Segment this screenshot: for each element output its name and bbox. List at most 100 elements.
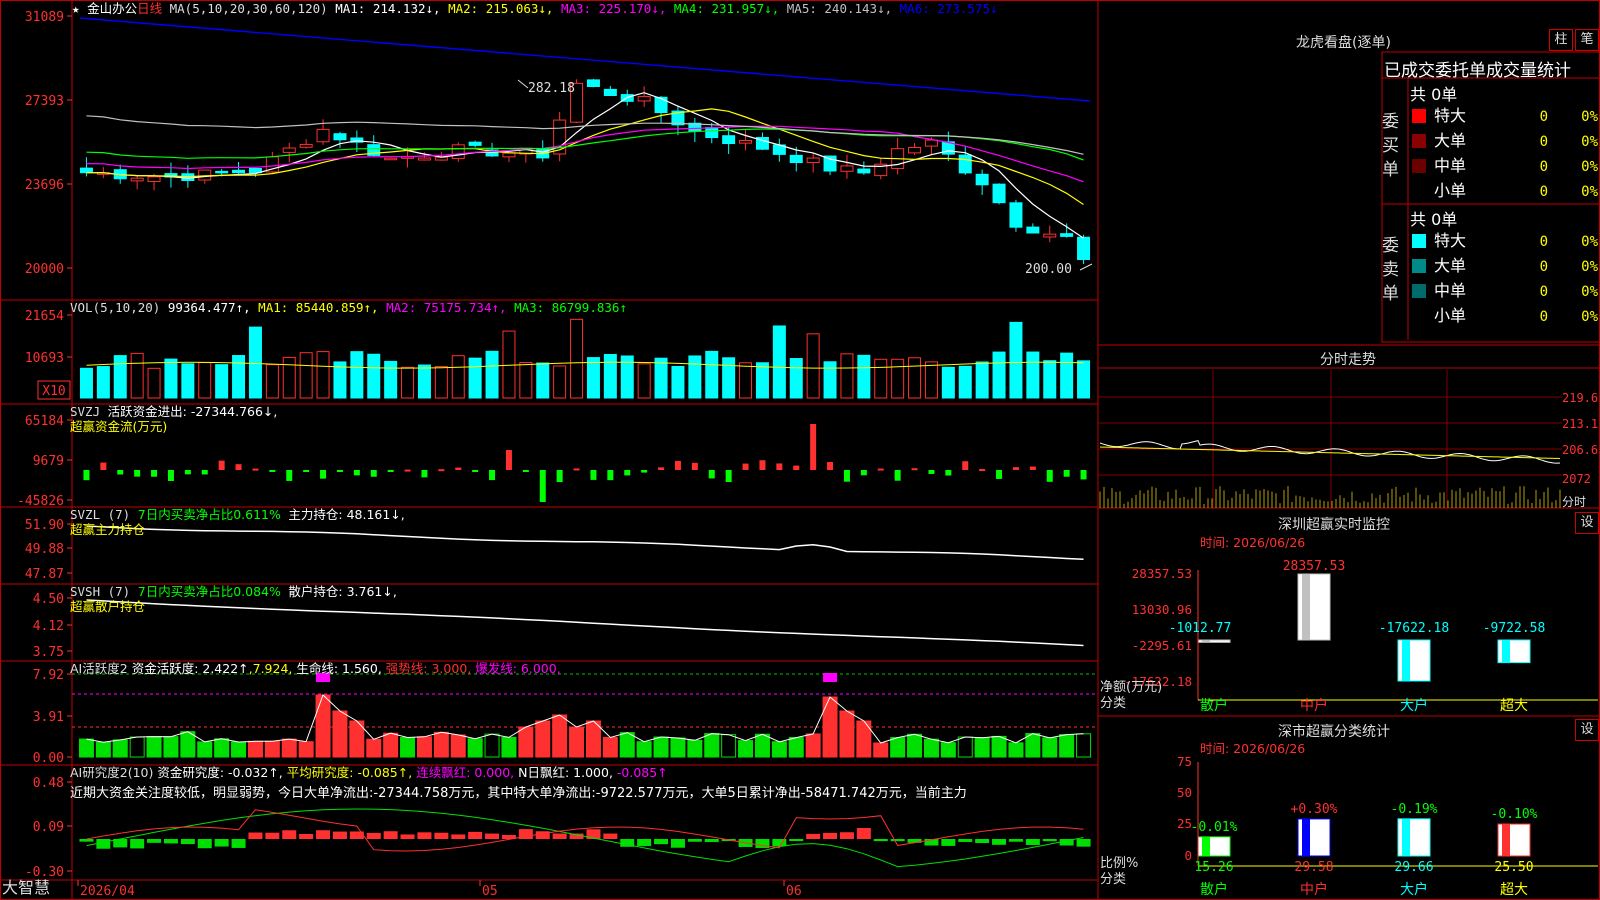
period-label[interactable]: 日线 bbox=[137, 1, 162, 16]
ai-research-bar bbox=[1042, 839, 1057, 842]
star-icon[interactable]: ★ bbox=[72, 1, 80, 16]
volume-bar bbox=[417, 364, 431, 399]
candle-body bbox=[1043, 233, 1057, 238]
buy-row-label: 大单 bbox=[1434, 131, 1466, 150]
sell-row-swatch bbox=[1412, 259, 1426, 273]
classify-delta: +0.30% bbox=[1291, 802, 1338, 817]
buy-orders-title: 委买单 bbox=[1382, 112, 1399, 180]
ai-active-bar bbox=[569, 726, 585, 758]
ai-active-bar bbox=[602, 736, 618, 758]
sell-row-label: 大单 bbox=[1434, 256, 1466, 275]
classify-pct: 25.50 bbox=[1494, 860, 1533, 875]
candle-body bbox=[603, 88, 617, 97]
buy-row-swatch bbox=[1412, 159, 1426, 173]
ai-research-bar bbox=[975, 839, 990, 844]
candle-body bbox=[857, 168, 871, 174]
ai-active-bar bbox=[856, 720, 872, 758]
classify-settings-button[interactable]: 设 bbox=[1575, 719, 1599, 741]
low-price-pointer bbox=[1079, 263, 1093, 271]
buy-row-pct: 0% bbox=[1581, 109, 1598, 125]
svzj-y-tick: -45826 bbox=[17, 494, 64, 509]
ai-active-bar bbox=[112, 739, 128, 758]
svzj-bar bbox=[100, 462, 107, 470]
bar-mode-button[interactable]: 柱 bbox=[1549, 29, 1573, 51]
candle-body bbox=[806, 157, 820, 164]
classify-bar-shade bbox=[1402, 818, 1410, 856]
ai-research-bar bbox=[603, 833, 618, 839]
svzj-bar bbox=[320, 470, 327, 479]
ma-params: MA(5,10,20,30,60,120) bbox=[169, 1, 328, 16]
monitor-bar-value: 28357.53 bbox=[1283, 559, 1346, 574]
svzj-bar bbox=[843, 470, 850, 482]
ai-research-bar bbox=[332, 831, 347, 839]
svzj-bar bbox=[641, 470, 648, 473]
ai-active-bar bbox=[231, 741, 247, 758]
ai-active-bar bbox=[771, 741, 787, 758]
ai-active-bar bbox=[501, 736, 517, 758]
ai-active-bar bbox=[687, 739, 703, 758]
ai-active-bar bbox=[484, 733, 500, 758]
ai-research-bar bbox=[282, 830, 297, 839]
svzj-bar bbox=[928, 470, 935, 474]
volume-bar bbox=[299, 352, 313, 399]
svsh-y-tick: 4.50 bbox=[33, 592, 64, 607]
ai-active-bar bbox=[281, 738, 297, 758]
candle-body bbox=[705, 127, 719, 139]
svzj-y-tick: 65184 bbox=[25, 414, 64, 429]
candle-body bbox=[637, 96, 651, 102]
svzj-bar bbox=[286, 470, 293, 481]
volume-bar bbox=[1060, 352, 1074, 399]
volume-bar bbox=[908, 357, 922, 399]
sell-row-label: 特大 bbox=[1434, 231, 1466, 250]
sell-total: 共 0单 bbox=[1410, 210, 1458, 229]
intraday-chart bbox=[1099, 486, 1561, 508]
svzj-bar bbox=[455, 467, 462, 470]
x-axis-label: 06 bbox=[786, 884, 802, 899]
ai-research-bar bbox=[96, 839, 111, 849]
ai-research-bar bbox=[231, 839, 246, 848]
monitor-cat-label: 大户 bbox=[1400, 697, 1428, 714]
ai-active-bar bbox=[754, 733, 770, 758]
ai-active-bar bbox=[535, 720, 551, 758]
ai-active-bar bbox=[400, 736, 416, 758]
volume-bar bbox=[1077, 360, 1091, 399]
volume-bar bbox=[705, 350, 719, 399]
sell-row-value: 0 bbox=[1540, 259, 1548, 275]
ai-research-bar bbox=[299, 833, 314, 839]
buy-row-swatch bbox=[1412, 184, 1426, 198]
ai-research-bar bbox=[248, 832, 263, 839]
svsh-y-tick: 4.12 bbox=[33, 619, 64, 634]
ai-research-bar bbox=[789, 839, 804, 842]
vol-ma1: MA1: 85440.859↑, bbox=[258, 300, 379, 315]
svzj-bar bbox=[151, 470, 158, 477]
volume-bar bbox=[688, 355, 702, 399]
ai-active-bar bbox=[636, 741, 652, 758]
svzj-name: SVZJ bbox=[70, 404, 101, 419]
svzj-bar bbox=[1080, 470, 1087, 480]
svzj-bar bbox=[894, 470, 901, 481]
svsh-subtitle: 超赢散户持仓 bbox=[70, 599, 146, 614]
ai-active-bar bbox=[450, 734, 466, 758]
ai-active-y-tick: 3.91 bbox=[33, 710, 64, 725]
classify-pct: 15.26 bbox=[1194, 860, 1233, 875]
classify-cat-label: 超大 bbox=[1500, 882, 1528, 898]
ai-research-bar bbox=[806, 833, 821, 839]
buy-total: 共 0单 bbox=[1410, 85, 1458, 104]
buy-row-label: 中单 bbox=[1434, 156, 1466, 175]
ai-research-y-tick: 0.09 bbox=[33, 820, 64, 835]
ai-research-bar bbox=[468, 831, 483, 839]
ai-research-bar bbox=[147, 839, 162, 843]
monitor-settings-button[interactable]: 设 bbox=[1575, 512, 1599, 534]
classify-y-label: 比例% bbox=[1100, 856, 1139, 871]
volume-bar bbox=[654, 357, 668, 399]
svzj-bar bbox=[573, 468, 580, 471]
tick-mode-button[interactable]: 笔 bbox=[1575, 29, 1599, 51]
ai-active-bar bbox=[383, 732, 399, 758]
classify-cat-label: 中户 bbox=[1300, 881, 1328, 898]
ai-research-bar bbox=[890, 839, 905, 842]
ai-research-desc: 资金研究度: -0.032↑, bbox=[157, 765, 283, 780]
svzj-bar bbox=[1012, 467, 1019, 470]
x-axis-label: 2026/04 bbox=[80, 884, 135, 899]
svsh-hold: 散户持仓: 3.761↓, bbox=[288, 584, 397, 599]
monitor-bar-shade bbox=[1402, 640, 1410, 682]
